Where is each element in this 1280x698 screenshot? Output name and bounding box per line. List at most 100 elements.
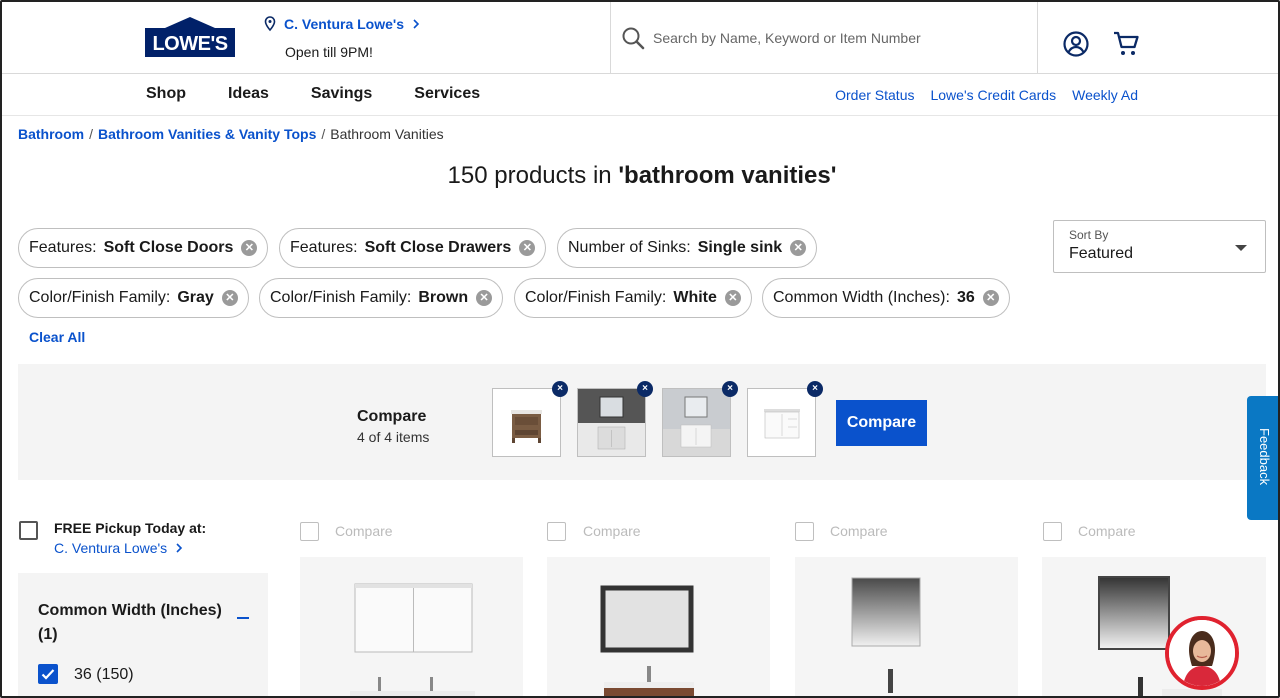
vanity-thumbnail-image (511, 410, 542, 443)
pickup-store-name[interactable]: C. Ventura Lowe's (54, 540, 167, 556)
filter-option-checkbox[interactable] (38, 664, 58, 684)
results-query: 'bathroom vanities' (618, 162, 837, 189)
remove-filter-icon[interactable]: ✕ (982, 290, 999, 306)
breadcrumb-bathroom[interactable]: Bathroom (18, 126, 84, 142)
filter-chip[interactable]: Color/Finish Family: Gray ✕ (18, 278, 249, 318)
compare-thumbnail[interactable]: × (577, 381, 653, 457)
remove-compare-icon[interactable]: × (552, 381, 568, 397)
filter-chip[interactable]: Common Width (Inches): 36 ✕ (762, 278, 1010, 318)
remove-compare-icon[interactable]: × (722, 381, 738, 397)
results-title: 150 products in 'bathroom vanities' (2, 162, 1278, 190)
compare-title: Compare (357, 408, 427, 425)
product-card[interactable] (1042, 557, 1266, 696)
search-input[interactable] (653, 30, 1023, 46)
remove-filter-icon[interactable]: ✕ (724, 290, 741, 306)
store-link[interactable]: C. Ventura Lowe's (264, 16, 420, 32)
product-image (1098, 576, 1222, 696)
chip-label: Color/Finish Family: (525, 289, 667, 306)
store-hours: Open till 9PM! (285, 44, 373, 60)
product-image (851, 577, 921, 693)
sort-caption: Sort By (1069, 228, 1109, 242)
product-image (600, 585, 694, 696)
breadcrumb-vanities-tops[interactable]: Bathroom Vanities & Vanity Tops (98, 126, 316, 142)
free-pickup-checkbox[interactable] (19, 521, 38, 540)
chip-label: Features: (29, 239, 97, 256)
main-nav: Shop Ideas Savings Services Order Status… (2, 75, 1278, 116)
product-compare-checkbox[interactable] (1043, 522, 1062, 541)
store-selector[interactable]: C. Ventura Lowe's Open till 9PM! (264, 16, 420, 60)
remove-filter-icon[interactable]: ✕ (476, 290, 493, 306)
results-prefix: 150 products in (447, 162, 619, 189)
compare-thumbnail[interactable]: × (492, 381, 568, 457)
product-compare-label: Compare (830, 523, 888, 539)
compare-thumbnail[interactable]: × (747, 381, 823, 457)
chip-label: Common Width (Inches): (773, 289, 950, 306)
vanity-thumbnail-image (578, 389, 645, 456)
nav-main: Shop Ideas Savings Services (146, 85, 522, 103)
nav-services[interactable]: Services (414, 85, 480, 103)
breadcrumb-current: Bathroom Vanities (330, 126, 444, 142)
filter-section-title[interactable]: Common Width (Inches) (1) (38, 599, 228, 647)
sort-dropdown[interactable]: Sort By Featured (1053, 220, 1266, 273)
filter-option-label: 36 (150) (74, 666, 134, 683)
chip-value: Brown (418, 289, 469, 306)
store-name[interactable]: C. Ventura Lowe's (284, 16, 404, 32)
breadcrumb: Bathroom / Bathroom Vanities & Vanity To… (18, 126, 444, 142)
compare-button[interactable]: Compare (836, 400, 927, 446)
remove-compare-icon[interactable]: × (637, 381, 653, 397)
page: LOWE'S C. Ventura Lowe's Open till 9PM! (0, 0, 1280, 698)
compare-count: 4 of 4 items (357, 429, 430, 445)
chip-label: Number of Sinks: (568, 239, 691, 256)
product-card[interactable] (547, 557, 770, 696)
product-compare-checkbox[interactable] (300, 522, 319, 541)
cart-icon[interactable] (1112, 30, 1140, 58)
credit-cards-link[interactable]: Lowe's Credit Cards (930, 87, 1056, 103)
chat-assistant-avatar[interactable] (1165, 616, 1239, 690)
remove-filter-icon[interactable]: ✕ (241, 240, 258, 256)
remove-filter-icon[interactable]: ✕ (519, 240, 536, 256)
filter-chip[interactable]: Color/Finish Family: Brown ✕ (259, 278, 504, 318)
chevron-down-icon (1235, 245, 1247, 251)
site-header: LOWE'S C. Ventura Lowe's Open till 9PM! (2, 2, 1278, 74)
order-status-link[interactable]: Order Status (835, 87, 914, 103)
nav-savings[interactable]: Savings (311, 85, 372, 103)
breadcrumb-separator: / (321, 126, 326, 142)
lowes-logo[interactable]: LOWE'S (145, 16, 235, 57)
filter-chip[interactable]: Number of Sinks: Single sink ✕ (557, 228, 818, 268)
account-icon[interactable] (1062, 30, 1090, 58)
product-card[interactable] (795, 557, 1018, 696)
collapse-icon[interactable] (237, 617, 249, 619)
search-icon[interactable] (621, 26, 645, 50)
remove-filter-icon[interactable]: ✕ (790, 240, 807, 256)
nav-ideas[interactable]: Ideas (228, 85, 269, 103)
remove-filter-icon[interactable]: ✕ (221, 290, 238, 306)
product-compare-label: Compare (335, 523, 393, 539)
filter-panel-width: Common Width (Inches) (1) 36 (150) (18, 573, 268, 696)
product-compare-label: Compare (1078, 523, 1136, 539)
search-bar[interactable] (610, 2, 1038, 74)
compare-thumbnail[interactable]: × (662, 381, 738, 457)
product-compare-checkbox[interactable] (547, 522, 566, 541)
product-compare-checkbox[interactable] (795, 522, 814, 541)
product-card[interactable] (300, 557, 523, 696)
vanity-thumbnail-image (764, 409, 800, 439)
chip-value: 36 (956, 289, 975, 306)
nav-utility-links: Order Status Lowe's Credit Cards Weekly … (835, 87, 1138, 103)
weekly-ad-link[interactable]: Weekly Ad (1072, 87, 1138, 103)
vanity-thumbnail-image (663, 389, 730, 456)
chip-value: Single sink (697, 239, 783, 256)
filter-chip[interactable]: Features: Soft Close Doors ✕ (18, 228, 269, 268)
chip-value: Soft Close Drawers (364, 239, 512, 256)
filter-chip[interactable]: Features: Soft Close Drawers ✕ (279, 228, 547, 268)
product-image (350, 583, 475, 696)
feedback-tab[interactable]: Feedback (1247, 396, 1278, 520)
clear-all-link[interactable]: Clear All (29, 329, 85, 345)
svg-text:LOWE'S: LOWE'S (152, 33, 227, 55)
compare-summary: Compare 4 of 4 items (357, 408, 429, 445)
chip-value: Gray (177, 289, 214, 306)
nav-shop[interactable]: Shop (146, 85, 186, 103)
pickup-store-link[interactable]: C. Ventura Lowe's (54, 540, 183, 556)
filter-chip[interactable]: Color/Finish Family: White ✕ (514, 278, 752, 318)
assistant-avatar-icon (1169, 620, 1235, 686)
remove-compare-icon[interactable]: × (807, 381, 823, 397)
